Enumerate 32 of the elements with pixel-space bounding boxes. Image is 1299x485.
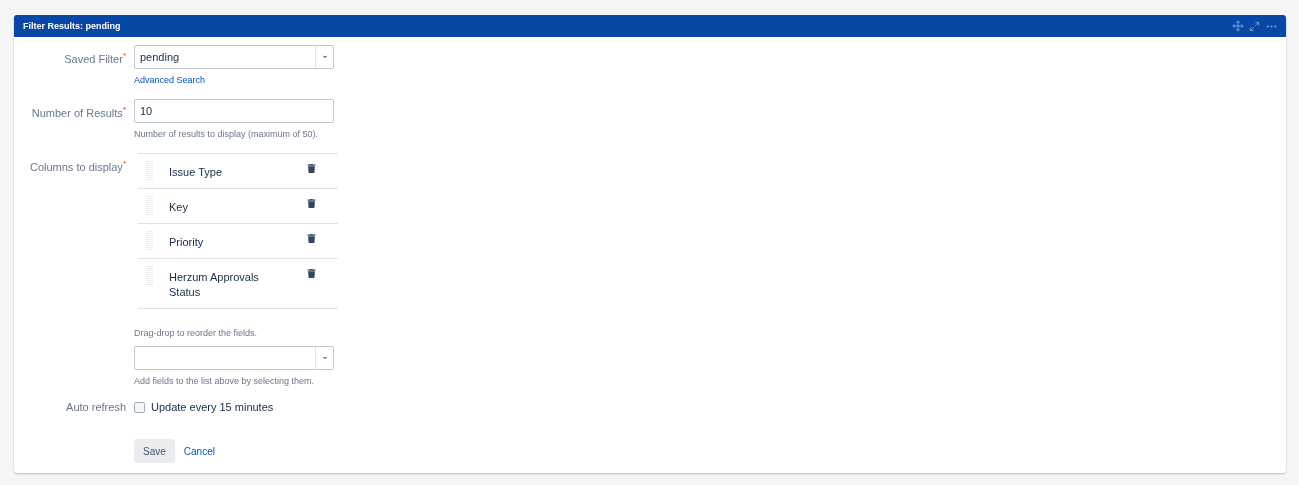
panel-title: Filter Results: pending [23, 21, 121, 31]
field-label: Saved Filter$^{*}$ [64, 50, 126, 67]
trash-icon[interactable] [307, 266, 316, 278]
number-field[interactable]: 10 [134, 99, 334, 123]
move-icon[interactable] [1232, 20, 1244, 32]
caret-icon [320, 53, 329, 61]
trash-icon[interactable] [307, 161, 316, 173]
column-item[interactable]: Issue Type [138, 154, 338, 189]
trash-icon[interactable] [307, 196, 316, 208]
caret-icon [320, 354, 329, 362]
help-text: Add fields to the list above by selecting them. [134, 376, 315, 386]
help-text: Number of results to display (maximum of 50). [134, 129, 319, 139]
add-field-select[interactable] [134, 346, 334, 370]
column-name: Issue Type [169, 165, 223, 180]
saved-filter-select[interactable]: pending [134, 45, 334, 69]
cancel-link[interactable]: Cancel [183, 445, 215, 457]
field-label: Columns to display$^{*}$ [29, 158, 126, 175]
help-text: Drag-drop to reorder the fields. [134, 328, 258, 338]
save-button[interactable]: Save [134, 439, 175, 463]
trash-icon[interactable] [307, 231, 316, 243]
checkbox-label: Update every 15 minutes [151, 401, 274, 413]
field-label: Auto refresh [66, 400, 126, 415]
field-label: Number of Results$^{*}$ [31, 104, 126, 121]
column-name: Priority [169, 235, 205, 250]
column-item[interactable]: Key [138, 189, 338, 224]
column-item[interactable]: Herzum Approvals Status [138, 259, 338, 309]
column-item[interactable]: Priority [138, 224, 338, 259]
maximize-icon[interactable] [1249, 20, 1260, 32]
column-name: Herzum Approvals Status [169, 270, 260, 300]
checkbox[interactable] [134, 401, 145, 413]
column-name: Key [169, 200, 189, 215]
advanced-search-link[interactable]: Advanced Search [134, 75, 206, 85]
